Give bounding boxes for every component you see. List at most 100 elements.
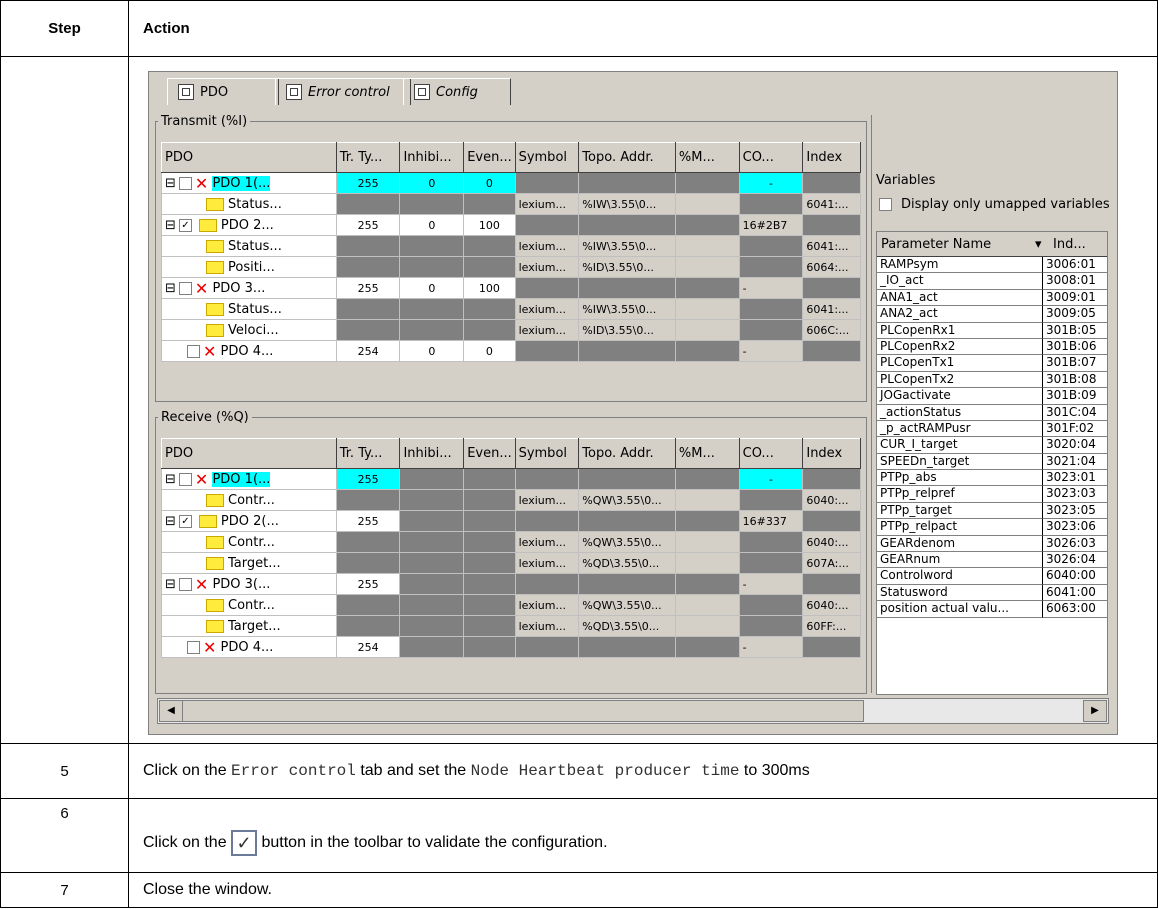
parameter-name: SPEEDn_target — [877, 453, 1043, 471]
table-row[interactable]: Target... lexium... %QD\3.55\0... 607A:... — [161, 552, 861, 574]
list-item[interactable]: PTPp_target 3023:05 — [877, 502, 1107, 520]
col-parameter-name[interactable]: Parameter Name — [877, 237, 1031, 252]
table-row[interactable]: ⊟ ✕ PDO 3(... 255- — [161, 573, 861, 595]
table-row[interactable]: ⊟ ✕ PDO 1(... 255 0 0- — [161, 172, 861, 194]
col-event[interactable]: Even... — [463, 142, 516, 173]
parameter-index: 6041:00 — [1043, 585, 1107, 602]
list-item[interactable]: CUR_I_target 3020:04 — [877, 437, 1107, 454]
table-row[interactable]: ⊟ ✓ PDO 2(... 255 16#337 — [161, 510, 861, 532]
tab-pdo[interactable]: PDO — [167, 78, 279, 105]
col-topo-addr[interactable]: Topo. Addr. — [578, 438, 676, 469]
table-header-row: PDO Tr. Ty... Inhibi... Even... Symbol T… — [161, 438, 861, 469]
col-event[interactable]: Even... — [463, 438, 516, 469]
table-row[interactable]: Contr... lexium... %QW\3.55\0... 6040:... — [161, 489, 861, 511]
col-cob[interactable]: CO... — [738, 438, 804, 469]
list-item[interactable]: SPEEDn_target 3021:04 — [877, 453, 1107, 471]
folder-open-icon — [198, 514, 217, 528]
parameter-name: RAMPsym — [877, 257, 1043, 274]
col-index[interactable]: Index — [802, 438, 861, 469]
tab-error-control[interactable]: Error control — [275, 78, 411, 105]
horizontal-scrollbar[interactable]: ◀ ▶ — [157, 698, 1109, 724]
transmit-table: PDO Tr. Ty... Inhibi... Even... Symbol T… — [161, 142, 861, 362]
col-index[interactable]: Ind... — [1049, 237, 1086, 252]
col-symbol[interactable]: Symbol — [514, 142, 580, 173]
scroll-thumb[interactable] — [182, 700, 864, 722]
step-action: Click on the Error control tab and set t… — [128, 743, 1158, 799]
parameter-name: ANA2_act — [877, 306, 1043, 323]
chevron-down-icon[interactable]: ▾ — [1031, 237, 1049, 252]
step-action: Click on the ✓ button in the toolbar to … — [128, 798, 1158, 873]
list-item[interactable]: _p_actRAMPusr 301F:02 — [877, 420, 1107, 438]
parameter-index: 301B:05 — [1043, 323, 1107, 339]
table-row[interactable]: Target... lexium... %QD\3.55\0... 60FF:... — [161, 615, 861, 637]
table-row[interactable]: ✕ PDO 4... 254 0 0- — [161, 340, 861, 362]
col-inhibit[interactable]: Inhibi... — [399, 142, 465, 173]
list-item[interactable]: GEARdenom 3026:03 — [877, 535, 1107, 553]
list-item[interactable]: ANA1_act 3009:01 — [877, 289, 1107, 307]
disabled-icon: ✕ — [194, 173, 209, 193]
parameter-list-header: Parameter Name ▾ Ind... — [877, 232, 1107, 257]
parameter-index: 3023:01 — [1043, 470, 1107, 487]
col-pdo[interactable]: PDO — [161, 142, 337, 173]
table-row[interactable]: ⊟ ✕ PDO 3... 255 0 100- — [161, 277, 861, 299]
checkbox-icon[interactable] — [879, 198, 892, 211]
table-row[interactable]: Status... lexium... %IW\3.55\0... 6041:... — [161, 193, 861, 215]
list-item[interactable]: PTPp_relpref 3023:03 — [877, 486, 1107, 503]
list-item[interactable]: ANA2_act 3009:05 — [877, 306, 1107, 323]
col-tr-type[interactable]: Tr. Ty... — [335, 142, 401, 173]
unmapped-checkbox[interactable]: Display only umapped variables — [876, 197, 1110, 212]
table-row[interactable]: Positi... lexium... %ID\3.55\0... 6064:... — [161, 256, 861, 278]
step-header: Step — [0, 0, 129, 57]
table-row[interactable]: Contr... lexium... %QW\3.55\0... 6040:... — [161, 594, 861, 616]
table-row[interactable]: Status... lexium... %IW\3.55\0... 6041:... — [161, 298, 861, 320]
col-topo-addr[interactable]: Topo. Addr. — [578, 142, 676, 173]
variables-panel: Variables Display only umapped variables… — [871, 115, 1110, 695]
parameter-index: 3023:06 — [1043, 519, 1107, 536]
col-tr-type[interactable]: Tr. Ty... — [335, 438, 401, 469]
receive-table: PDO Tr. Ty... Inhibi... Even... Symbol T… — [161, 438, 861, 658]
list-item[interactable]: PLCopenRx1 301B:05 — [877, 322, 1107, 339]
table-row[interactable]: ✕ PDO 4... 254- — [161, 636, 861, 658]
step-number: 7 — [0, 872, 129, 908]
parameter-index: 3026:03 — [1043, 536, 1107, 553]
list-item[interactable]: PTPp_relpact 3023:06 — [877, 519, 1107, 536]
table-row[interactable]: Veloci... lexium... %ID\3.55\0... 606C:... — [161, 319, 861, 341]
list-item[interactable]: PTPp_abs 3023:01 — [877, 470, 1107, 487]
table-row[interactable]: Contr... lexium... %QW\3.55\0... 6040:... — [161, 531, 861, 553]
tab-config[interactable]: Config — [403, 78, 511, 105]
list-item[interactable]: _actionStatus 301C:04 — [877, 404, 1107, 421]
parameter-index: 301C:04 — [1043, 405, 1107, 421]
scroll-right-icon[interactable]: ▶ — [1083, 700, 1107, 722]
scroll-left-icon[interactable]: ◀ — [159, 700, 183, 722]
folder-icon — [206, 260, 224, 274]
col-cob[interactable]: CO... — [738, 142, 804, 173]
list-item[interactable]: PLCopenTx1 301B:07 — [877, 355, 1107, 372]
config-icon — [414, 84, 430, 100]
table-header-row: PDO Tr. Ty... Inhibi... Even... Symbol T… — [161, 142, 861, 173]
list-item[interactable]: position actual valu... 6063:00 — [877, 601, 1107, 618]
list-item[interactable]: _IO_act 3008:01 — [877, 273, 1107, 290]
parameter-index: 6040:00 — [1043, 568, 1107, 585]
col-index[interactable]: Index — [802, 142, 861, 173]
transmit-title: Transmit (%I) — [161, 114, 248, 129]
table-row[interactable]: ⊟ ✕ PDO 1(... 255- — [161, 468, 861, 490]
list-item[interactable]: Controlword 6040:00 — [877, 568, 1107, 585]
folder-icon — [206, 302, 224, 316]
list-item[interactable]: PLCopenRx2 301B:06 — [877, 338, 1107, 356]
col-m[interactable]: %M... — [674, 438, 740, 469]
parameter-index: 301B:09 — [1043, 388, 1107, 405]
list-item[interactable]: Statusword 6041:00 — [877, 584, 1107, 602]
col-pdo[interactable]: PDO — [161, 438, 337, 469]
list-item[interactable]: PLCopenTx2 301B:08 — [877, 371, 1107, 389]
list-item[interactable]: RAMPsym 3006:01 — [877, 257, 1107, 274]
col-inhibit[interactable]: Inhibi... — [399, 438, 465, 469]
parameter-name: _p_actRAMPusr — [877, 420, 1043, 438]
table-row[interactable]: ⊟ ✓ PDO 2... 255 0 100 16#2B7 — [161, 214, 861, 236]
col-m[interactable]: %M... — [674, 142, 740, 173]
table-row[interactable]: Status... lexium... %IW\3.55\0... 6041:... — [161, 235, 861, 257]
parameter-index: 3023:05 — [1043, 503, 1107, 520]
parameter-name: CUR_I_target — [877, 437, 1043, 454]
col-symbol[interactable]: Symbol — [514, 438, 580, 469]
list-item[interactable]: JOGactivate 301B:09 — [877, 388, 1107, 405]
list-item[interactable]: GEARnum 3026:04 — [877, 552, 1107, 569]
